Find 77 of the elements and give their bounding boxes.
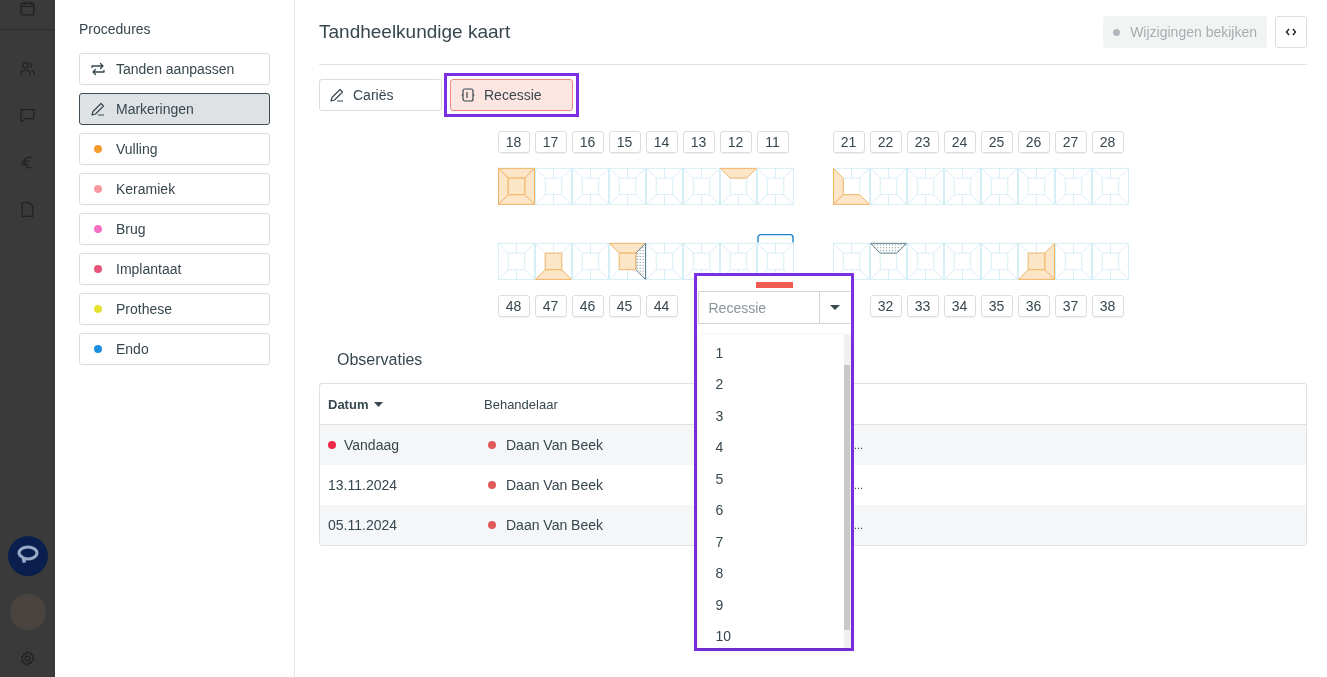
table-cell: ... — [854, 519, 864, 531]
tooth-number[interactable]: 14 — [645, 131, 678, 153]
tooth-number[interactable]: 33 — [906, 295, 939, 317]
table-cell: ... — [854, 439, 864, 451]
option-item[interactable]: 10 — [697, 620, 844, 648]
chat-logo-icon[interactable] — [7, 536, 48, 576]
option-item[interactable]: 5 — [697, 463, 844, 495]
practitioner-name: Daan Van Beek — [506, 517, 604, 533]
tooth-number[interactable]: 13 — [682, 131, 715, 153]
date-cell-text: 13.11.2024 — [327, 476, 399, 495]
tooth-number[interactable]: 35 — [980, 295, 1013, 317]
tooth-number[interactable]: 17 — [534, 131, 567, 153]
tooth-number[interactable]: 27 — [1054, 131, 1087, 153]
column-header[interactable]: Datum — [320, 384, 484, 424]
option-item[interactable]: 1 — [697, 337, 844, 369]
code-button[interactable] — [1275, 16, 1307, 48]
tooth-number[interactable]: 18 — [497, 131, 530, 153]
settings-icon[interactable] — [19, 650, 36, 667]
option-item[interactable]: 6 — [697, 494, 844, 526]
date-cell-text: 05.11.2024 — [327, 516, 399, 535]
tooth-number[interactable]: 34 — [943, 295, 976, 317]
recession-indicator — [755, 282, 793, 288]
tooth-number[interactable]: 23 — [906, 131, 939, 153]
procedure-item[interactable]: Tanden aanpassen — [79, 53, 270, 85]
tooth-number[interactable]: 11 — [756, 131, 789, 153]
pencil-icon — [90, 101, 106, 117]
section-title: Observaties — [337, 351, 423, 369]
swap-icon — [90, 61, 106, 77]
procedure-item[interactable]: Markeringen — [79, 93, 270, 125]
scrollbar[interactable] — [843, 335, 850, 648]
date-cell: Vandaag — [320, 425, 484, 465]
calendar-icon[interactable] — [19, 0, 36, 17]
procedure-item[interactable]: Brug — [79, 213, 270, 245]
practitioner-name: Daan Van Beek — [506, 437, 604, 453]
document-icon[interactable] — [19, 201, 36, 218]
tooth-number[interactable]: 47 — [534, 295, 567, 317]
tooth-number[interactable]: 22 — [869, 131, 902, 153]
tooth-number[interactable]: 44 — [645, 295, 678, 317]
option-item[interactable]: 3 — [697, 400, 844, 432]
tool-button[interactable]: Recessie — [450, 79, 573, 111]
option-item[interactable]: 4 — [697, 431, 844, 463]
tooth-number[interactable]: 46 — [571, 295, 604, 317]
tooth-number[interactable]: 36 — [1017, 295, 1050, 317]
panel-title: Procedures — [79, 21, 152, 37]
pencil-icon — [329, 87, 345, 103]
practitioner-name: Daan Van Beek — [506, 477, 604, 493]
option-item[interactable]: 8 — [697, 557, 844, 589]
procedure-item[interactable]: Vulling — [79, 133, 270, 165]
tooth-number[interactable]: 25 — [980, 131, 1013, 153]
procedure-item[interactable]: Implantaat — [79, 253, 270, 285]
page-title: Tandheelkundige kaart — [319, 21, 511, 43]
tooth-number[interactable]: 26 — [1017, 131, 1050, 153]
sort-caret-icon — [374, 401, 384, 407]
option-item[interactable]: 9 — [697, 589, 844, 621]
tooth-number[interactable]: 16 — [571, 131, 604, 153]
tooth-number[interactable]: 21 — [832, 131, 865, 153]
tooth-number[interactable]: 12 — [719, 131, 752, 153]
table-cell: ... — [854, 479, 864, 491]
tooth-number[interactable]: 15 — [608, 131, 641, 153]
chat-icon[interactable] — [19, 107, 36, 124]
option-item[interactable]: 7 — [697, 526, 844, 558]
code-icon — [1285, 27, 1297, 37]
tooth-number[interactable]: 28 — [1091, 131, 1124, 153]
caret-icon — [829, 305, 840, 310]
tooth-number[interactable]: 32 — [869, 295, 902, 317]
procedure-item[interactable]: Prothese — [79, 293, 270, 325]
tooth-number[interactable]: 38 — [1091, 295, 1124, 317]
users-icon[interactable] — [19, 60, 36, 77]
procedure-item[interactable]: Keramiek — [79, 173, 270, 205]
procedure-item[interactable]: Endo — [79, 333, 270, 365]
tooth-number[interactable]: 37 — [1054, 295, 1087, 317]
tooth-number[interactable]: 24 — [943, 131, 976, 153]
tooth-number[interactable]: 48 — [497, 295, 530, 317]
option-item[interactable]: 2 — [697, 368, 844, 400]
tooth-outline-icon — [460, 87, 476, 103]
tooth-number[interactable]: 45 — [608, 295, 641, 317]
tool-button[interactable]: Cariës — [319, 79, 442, 111]
